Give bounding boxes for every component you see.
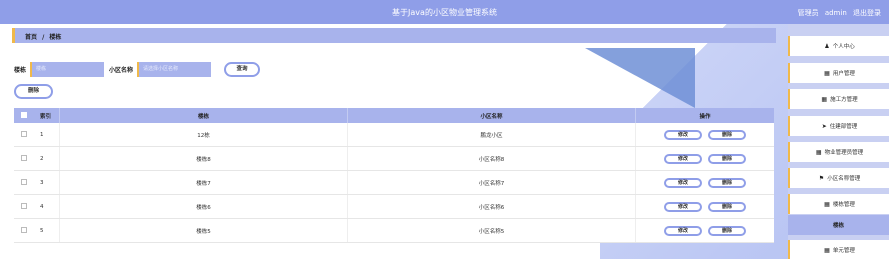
top-bar: 基于Java的小区物业管理系统 管理员 admin 退出登录 [0, 0, 889, 24]
ld-search-input[interactable] [30, 61, 105, 77]
row-actions: 修改 删除 [636, 129, 774, 140]
sidebar-item-community-name[interactable]: ⚑ 小区名称管理 [788, 168, 889, 188]
row-xq: 小区名称8 [348, 147, 636, 170]
row-check-cell [14, 130, 34, 139]
search-button[interactable]: 查询 [224, 61, 261, 77]
sidebar-item-label: 用户管理 [832, 71, 855, 77]
sidebar-subitem-building[interactable]: 楼栋 [788, 215, 889, 235]
edit-button[interactable]: 修改 [664, 201, 702, 212]
breadcrumb-home[interactable]: 首页 [25, 34, 37, 41]
xq-search-input[interactable] [137, 61, 212, 77]
row-check-cell [14, 202, 34, 211]
user-area: 管理员 admin 退出登录 [794, 8, 881, 18]
grid-icon: ▦ [821, 95, 828, 103]
search-bar: 楼栋 小区名称 查询 [14, 61, 261, 77]
delete-button[interactable]: 删除 [708, 225, 746, 236]
row-checkbox[interactable] [21, 178, 27, 185]
breadcrumb-current: 楼栋 [49, 34, 62, 41]
row-check-cell [14, 226, 34, 235]
sidebar-item-user-management[interactable]: ▦ 用户管理 [788, 63, 889, 83]
delete-button[interactable]: 删除 [708, 129, 746, 140]
edit-button[interactable]: 修改 [664, 153, 702, 164]
sidebar-item-label: 小区名称管理 [827, 176, 861, 182]
row-checkbox[interactable] [21, 226, 27, 233]
header-index: 索引 [34, 108, 60, 123]
flag-icon: ⚑ [818, 174, 825, 182]
row-actions: 修改 删除 [636, 153, 774, 164]
header-ld[interactable]: 楼栋 [60, 108, 348, 123]
table-row: 5 楼栋5 小区名称5 修改 删除 [14, 219, 774, 243]
background-triangle [585, 48, 695, 108]
grid-icon: ▦ [824, 69, 830, 77]
sidebar-item-housing-department[interactable]: ➤ 住建部管理 [788, 116, 889, 136]
row-index: 4 [34, 195, 60, 218]
row-ld: 12栋 [60, 123, 348, 146]
sidebar-item-property-admin[interactable]: ▦ 物业管理员管理 [788, 142, 889, 162]
edit-button[interactable]: 修改 [664, 129, 702, 140]
row-check-cell [14, 154, 34, 163]
row-ld: 楼栋5 [60, 219, 348, 242]
row-xq: 鹏龙小区 [348, 123, 636, 146]
bulk-delete-button[interactable]: 删除 [14, 84, 53, 99]
sidebar-item-label: 住建部管理 [829, 124, 858, 130]
header-op: 操作 [699, 113, 711, 120]
row-xq: 小区名称6 [348, 195, 636, 218]
row-ld: 楼栋6 [60, 195, 348, 218]
logout-link[interactable]: 退出登录 [853, 9, 881, 17]
row-index: 3 [34, 171, 60, 194]
sidebar-item-personal-center[interactable]: ♟ 个人中心 [788, 36, 889, 56]
app-title: 基于Java的小区物业管理系统 [392, 8, 497, 17]
row-index: 2 [34, 147, 60, 170]
sidebar-item-label: 楼栋 [832, 223, 844, 229]
sidebar: ♟ 个人中心 ▦ 用户管理 ▦ 施工方管理 ➤ 住建部管理 ▦ 物业管理员管理 … [788, 24, 889, 259]
user-role: 管理员 [797, 9, 819, 17]
row-index: 5 [34, 219, 60, 242]
sidebar-item-label: 单元管理 [832, 248, 855, 254]
row-xq: 小区名称5 [348, 219, 636, 242]
grid-icon: ▦ [824, 200, 830, 208]
grid-icon: ▦ [824, 246, 830, 254]
xq-label: 小区名称 [109, 66, 134, 74]
row-check-cell [14, 178, 34, 187]
edit-button[interactable]: 修改 [664, 177, 702, 188]
header-xq[interactable]: 小区名称 [348, 108, 636, 123]
row-ld: 楼栋8 [60, 147, 348, 170]
sidebar-item-unit-management[interactable]: ▦ 单元管理 [788, 240, 889, 259]
table-row: 4 楼栋6 小区名称6 修改 删除 [14, 195, 774, 219]
row-actions: 修改 删除 [636, 225, 774, 236]
ld-label: 楼栋 [14, 66, 27, 74]
sidebar-item-label: 施工方管理 [830, 97, 858, 103]
sidebar-item-building-management[interactable]: ▦ 楼栋管理 [788, 194, 889, 214]
grid-icon: ▦ [815, 148, 822, 156]
row-actions: 修改 删除 [636, 177, 774, 188]
delete-button[interactable]: 删除 [708, 201, 746, 212]
row-checkbox[interactable] [21, 154, 27, 161]
send-icon: ➤ [821, 122, 827, 130]
breadcrumb: 首页 / 楼栋 [12, 28, 776, 43]
row-index: 1 [34, 123, 60, 146]
edit-button[interactable]: 修改 [664, 225, 702, 236]
sidebar-item-label: 物业管理员管理 [824, 150, 864, 156]
row-actions: 修改 删除 [636, 201, 774, 212]
table-header: 索引 楼栋 小区名称 操作 [14, 108, 774, 123]
table-row: 2 楼栋8 小区名称8 修改 删除 [14, 147, 774, 171]
data-table: 索引 楼栋 小区名称 操作 1 12栋 鹏龙小区 修改 删除 2 楼栋8 小区名… [14, 108, 774, 243]
table-row: 1 12栋 鹏龙小区 修改 删除 [14, 123, 774, 147]
row-xq: 小区名称7 [348, 171, 636, 194]
select-all-checkbox[interactable] [21, 111, 27, 118]
table-row: 3 楼栋7 小区名称7 修改 删除 [14, 171, 774, 195]
sidebar-item-contractor-management[interactable]: ▦ 施工方管理 [788, 89, 889, 109]
sidebar-item-label: 个人中心 [832, 44, 855, 50]
delete-button[interactable]: 删除 [708, 177, 746, 188]
row-ld: 楼栋7 [60, 171, 348, 194]
row-checkbox[interactable] [21, 130, 27, 137]
select-all-cell [14, 111, 34, 120]
breadcrumb-separator: / [42, 34, 45, 41]
user-name: admin [824, 9, 847, 17]
user-icon: ♟ [824, 42, 830, 50]
row-checkbox[interactable] [21, 202, 27, 209]
sidebar-item-label: 楼栋管理 [832, 202, 855, 208]
delete-button[interactable]: 删除 [708, 153, 746, 164]
